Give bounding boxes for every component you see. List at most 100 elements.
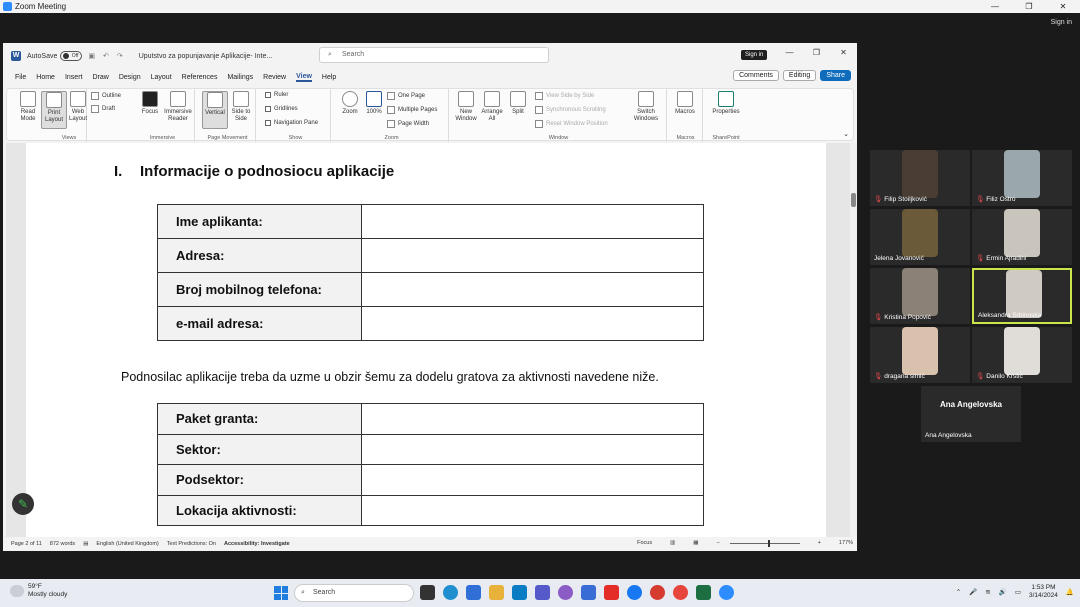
table-value-cell[interactable] [361,464,704,496]
participant-tile[interactable]: 🎙 Ermin Ajradini [972,209,1072,265]
table-value-cell[interactable] [361,238,704,273]
proofing-icon[interactable]: ▤ [83,541,88,547]
document-page[interactable]: I. Informacije o podnosiocu aplikacije Im… [26,143,826,537]
task-view-icon[interactable] [420,585,435,600]
battery-icon[interactable]: ▭ [1015,588,1021,596]
participant-tile[interactable]: 🎙 Kristina Popović [870,268,970,324]
web-layout-view-icon[interactable]: ▦ [693,540,698,546]
close-icon[interactable]: ✕ [1046,0,1080,13]
scrollbar-thumb[interactable] [851,193,856,207]
weather-widget[interactable]: 59°F Mostly cloudy [10,583,67,599]
zoom-level[interactable]: 177% [839,540,853,546]
tab-home[interactable]: Home [36,74,55,81]
ruler-checkbox[interactable]: Ruler [265,92,288,98]
table-value-cell[interactable] [361,494,704,526]
save-icon[interactable]: ▣ [88,52,95,60]
macros-button[interactable]: Macros [672,91,698,116]
redo-icon[interactable]: ↷ [117,52,123,60]
app-icon[interactable] [650,585,665,600]
store-icon[interactable] [466,585,481,600]
tab-insert[interactable]: Insert [65,74,83,81]
tab-mailings[interactable]: Mailings [227,74,253,81]
navigation-pane-checkbox[interactable]: Navigation Pane [265,120,318,126]
focus-mode[interactable]: Focus [637,540,652,546]
notifications-icon[interactable]: 🔔 [1066,588,1074,596]
tab-design[interactable]: Design [119,74,141,81]
word-minimize-icon[interactable]: — [776,48,803,57]
facebook-icon[interactable] [627,585,642,600]
document-title[interactable]: Uputstvo za popunjavanje Aplikacije- Int… [139,53,272,60]
zoom-out-icon[interactable]: − [716,540,719,546]
participant-tile[interactable]: 🎙 dragana simić [870,327,970,383]
multiple-pages-button[interactable]: Multiple Pages [387,106,437,114]
mail-icon[interactable] [512,585,527,600]
zoom-slider[interactable] [729,539,800,547]
word-count[interactable]: 872 words [50,541,75,547]
taskbar-search[interactable]: ⌕ Search [294,584,414,602]
table-value-cell[interactable] [361,433,704,465]
chrome-icon[interactable] [673,585,688,600]
table-value-cell[interactable] [361,403,704,435]
app-icon[interactable] [581,585,596,600]
view-side-by-side-button[interactable]: View Side by Side [535,92,594,100]
focus-button[interactable]: Focus [137,91,163,116]
zoom-icon[interactable] [719,585,734,600]
table-value-cell[interactable] [361,306,704,341]
new-window-button[interactable]: New Window [453,91,479,123]
share-button[interactable]: Share [820,70,851,81]
participant-tile[interactable]: Jelena Jovanović [870,209,970,265]
outline-button[interactable]: Outline [91,92,121,100]
zoom-in-icon[interactable]: + [818,540,821,546]
document-canvas[interactable]: I. Informacije o podnosiocu aplikacije Im… [6,143,850,537]
viber-icon[interactable] [558,585,573,600]
table-value-cell[interactable] [361,204,704,239]
undo-icon[interactable]: ↶ [103,52,109,60]
word-search-box[interactable]: ⌕ Search [319,47,549,63]
draft-button[interactable]: Draft [91,105,115,113]
side-to-side-button[interactable]: Side to Side [228,91,254,123]
tab-file[interactable]: File [15,74,26,81]
synchronous-scrolling-button[interactable]: Synchronous Scrolling [535,106,606,114]
language-indicator[interactable]: English (United Kingdom) [96,541,158,547]
switch-windows-button[interactable]: Switch Windows [629,91,663,123]
tab-review[interactable]: Review [263,74,286,81]
word-close-icon[interactable]: ✕ [830,48,857,57]
web-layout-button[interactable]: Web Layout [65,91,91,123]
page-count[interactable]: Page 2 of 11 [11,541,42,547]
read-mode-button[interactable]: Read Mode [15,91,41,123]
print-layout-button[interactable]: Print Layout [41,91,67,129]
split-button[interactable]: Split [505,91,531,116]
start-button[interactable] [274,586,288,600]
tab-view[interactable]: View [296,73,312,82]
youtube-icon[interactable] [604,585,619,600]
arrange-all-button[interactable]: Arrange All [479,91,505,123]
word-restore-icon[interactable]: ❐ [803,48,830,57]
comments-button[interactable]: Comments [733,70,779,81]
zoom-button[interactable]: Zoom [337,91,363,116]
participant-tile[interactable]: 🎙 Danilo Krstić [972,327,1072,383]
participant-tile[interactable]: 🎙 Filiz Ostro [972,150,1072,206]
participant-tile-active-speaker[interactable]: Aleksandra Srbinoska [972,268,1072,324]
edge-icon[interactable] [443,585,458,600]
zoom-signin-link[interactable]: Sign in [1051,19,1072,26]
app-icon[interactable] [535,585,550,600]
file-explorer-icon[interactable] [489,585,504,600]
minimize-icon[interactable]: — [978,0,1012,13]
participant-tile[interactable]: Ana Angelovska Ana Angelovska [921,386,1021,442]
annotate-pen-icon[interactable]: ✎ [12,493,34,515]
editing-button[interactable]: Editing [782,70,817,81]
page-width-button[interactable]: Page Width [387,120,429,128]
wifi-icon[interactable]: ≋ [985,588,990,596]
excel-icon[interactable] [696,585,711,600]
tab-layout[interactable]: Layout [151,74,172,81]
one-page-button[interactable]: One Page [387,92,425,100]
tab-draw[interactable]: Draw [92,74,108,81]
tab-help[interactable]: Help [322,74,336,81]
gridlines-checkbox[interactable]: Gridlines [265,106,298,112]
volume-icon[interactable]: 🔊 [999,588,1007,596]
ribbon-collapse-icon[interactable]: ⌄ [843,130,849,138]
vertical-button[interactable]: Vertical [202,91,228,129]
word-signin-button[interactable]: Sign in [741,50,768,60]
print-layout-view-icon[interactable]: ▥ [670,540,675,546]
accessibility-status[interactable]: Accessibility: Investigate [224,541,290,547]
